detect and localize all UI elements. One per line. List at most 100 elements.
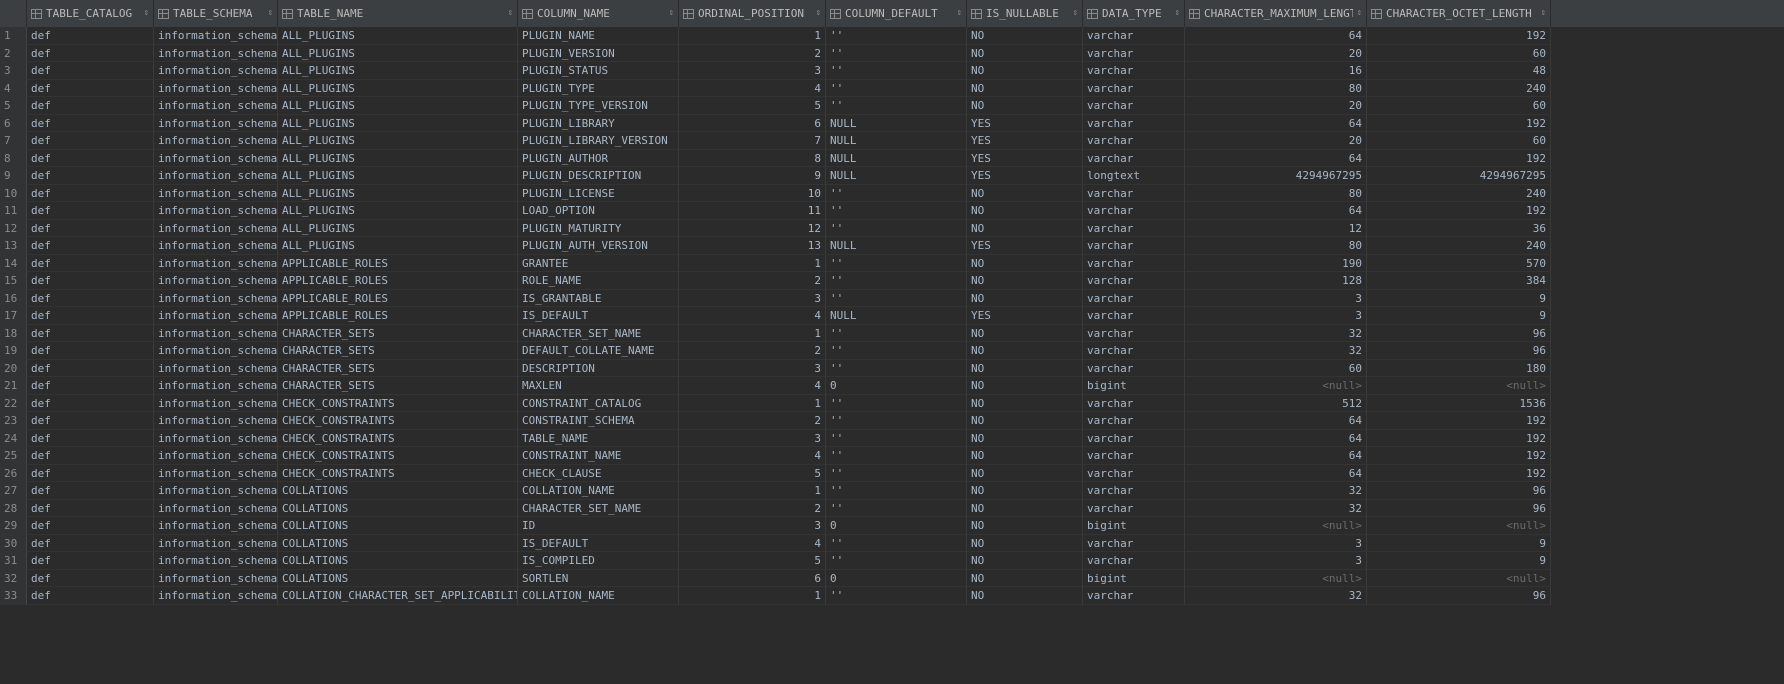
cell-table-name[interactable]: ALL_PLUGINS — [278, 97, 518, 115]
cell-table-name[interactable]: CHARACTER_SETS — [278, 324, 518, 342]
table-row[interactable]: 14 def information_schema APPLICABLE_ROLES G… — [0, 254, 1784, 272]
cell-table-catalog[interactable]: def — [27, 587, 154, 605]
cell-character-octet-length[interactable]: 60 — [1367, 44, 1551, 62]
column-header-table-catalog[interactable]: TABLE_CATALOG ⇕ — [27, 0, 154, 27]
cell-column-name[interactable]: IS_GRANTABLE — [518, 289, 679, 307]
cell-character-maximum-length[interactable]: 4294967295 — [1185, 167, 1367, 185]
table-row[interactable]: 32 def information_schema COLLATIONS SORTLEN… — [0, 569, 1784, 587]
cell-table-catalog[interactable]: def — [27, 167, 154, 185]
cell-ordinal-position[interactable]: 4 — [679, 377, 826, 395]
cell-column-default[interactable]: '' — [826, 324, 967, 342]
row-number[interactable]: 7 — [0, 132, 27, 150]
cell-character-maximum-length[interactable]: 3 — [1185, 534, 1367, 552]
cell-column-default[interactable]: '' — [826, 219, 967, 237]
cell-is-nullable[interactable]: YES — [967, 149, 1083, 167]
row-number[interactable]: 6 — [0, 114, 27, 132]
cell-data-type[interactable]: varchar — [1083, 447, 1185, 465]
cell-is-nullable[interactable]: NO — [967, 359, 1083, 377]
cell-data-type[interactable]: varchar — [1083, 394, 1185, 412]
column-header-is-nullable[interactable]: IS_NULLABLE ⇕ — [967, 0, 1083, 27]
cell-data-type[interactable]: bigint — [1083, 569, 1185, 587]
cell-column-default[interactable]: '' — [826, 272, 967, 290]
table-row[interactable]: 10 def information_schema ALL_PLUGINS PLUGIN… — [0, 184, 1784, 202]
sort-icon[interactable]: ⇕ — [1541, 0, 1546, 27]
cell-is-nullable[interactable]: NO — [967, 219, 1083, 237]
cell-column-default[interactable]: 0 — [826, 569, 967, 587]
cell-column-default[interactable]: NULL — [826, 149, 967, 167]
cell-is-nullable[interactable]: NO — [967, 289, 1083, 307]
cell-is-nullable[interactable]: NO — [967, 324, 1083, 342]
cell-table-name[interactable]: APPLICABLE_ROLES — [278, 289, 518, 307]
sort-icon[interactable]: ⇕ — [1357, 0, 1362, 27]
cell-character-octet-length[interactable]: 192 — [1367, 464, 1551, 482]
cell-data-type[interactable]: varchar — [1083, 499, 1185, 517]
cell-column-default[interactable]: '' — [826, 552, 967, 570]
cell-data-type[interactable]: varchar — [1083, 202, 1185, 220]
cell-table-catalog[interactable]: def — [27, 132, 154, 150]
cell-table-name[interactable]: CHECK_CONSTRAINTS — [278, 447, 518, 465]
cell-data-type[interactable]: varchar — [1083, 79, 1185, 97]
cell-ordinal-position[interactable]: 1 — [679, 27, 826, 45]
cell-character-octet-length[interactable]: 96 — [1367, 342, 1551, 360]
cell-ordinal-position[interactable]: 7 — [679, 132, 826, 150]
sort-icon[interactable]: ⇕ — [816, 0, 821, 27]
table-row[interactable]: 26 def information_schema CHECK_CONSTRAINTS… — [0, 464, 1784, 482]
row-number[interactable]: 29 — [0, 517, 27, 535]
cell-table-schema[interactable]: information_schema — [154, 114, 278, 132]
row-number[interactable]: 8 — [0, 149, 27, 167]
cell-column-name[interactable]: MAXLEN — [518, 377, 679, 395]
cell-character-octet-length[interactable]: 384 — [1367, 272, 1551, 290]
cell-character-maximum-length[interactable]: 128 — [1185, 272, 1367, 290]
cell-character-maximum-length[interactable]: 64 — [1185, 429, 1367, 447]
row-number[interactable]: 32 — [0, 569, 27, 587]
cell-column-name[interactable]: CHARACTER_SET_NAME — [518, 324, 679, 342]
cell-is-nullable[interactable]: NO — [967, 184, 1083, 202]
cell-data-type[interactable]: varchar — [1083, 114, 1185, 132]
table-row[interactable]: 15 def information_schema APPLICABLE_ROLES R… — [0, 272, 1784, 290]
cell-is-nullable[interactable]: NO — [967, 272, 1083, 290]
cell-table-name[interactable]: ALL_PLUGINS — [278, 167, 518, 185]
table-row[interactable]: 28 def information_schema COLLATIONS CHARACT… — [0, 499, 1784, 517]
cell-table-catalog[interactable]: def — [27, 359, 154, 377]
row-number[interactable]: 5 — [0, 97, 27, 115]
cell-is-nullable[interactable]: NO — [967, 464, 1083, 482]
row-number[interactable]: 17 — [0, 307, 27, 325]
cell-column-default[interactable]: '' — [826, 587, 967, 605]
cell-table-catalog[interactable]: def — [27, 272, 154, 290]
cell-table-name[interactable]: ALL_PLUGINS — [278, 237, 518, 255]
cell-column-default[interactable]: '' — [826, 62, 967, 80]
cell-column-name[interactable]: PLUGIN_LIBRARY_VERSION — [518, 132, 679, 150]
sort-icon[interactable]: ⇕ — [1175, 0, 1180, 27]
cell-ordinal-position[interactable]: 4 — [679, 307, 826, 325]
cell-character-octet-length[interactable]: 36 — [1367, 219, 1551, 237]
row-number[interactable]: 14 — [0, 254, 27, 272]
cell-character-octet-length[interactable]: 48 — [1367, 62, 1551, 80]
cell-ordinal-position[interactable]: 3 — [679, 289, 826, 307]
cell-column-name[interactable]: TABLE_NAME — [518, 429, 679, 447]
cell-ordinal-position[interactable]: 5 — [679, 464, 826, 482]
cell-character-maximum-length[interactable]: 80 — [1185, 184, 1367, 202]
row-number[interactable]: 1 — [0, 27, 27, 45]
cell-table-catalog[interactable]: def — [27, 324, 154, 342]
cell-column-name[interactable]: CONSTRAINT_CATALOG — [518, 394, 679, 412]
cell-table-name[interactable]: COLLATIONS — [278, 552, 518, 570]
column-header-column-name[interactable]: COLUMN_NAME ⇕ — [518, 0, 679, 27]
cell-column-default[interactable]: '' — [826, 394, 967, 412]
cell-is-nullable[interactable]: NO — [967, 377, 1083, 395]
cell-character-maximum-length[interactable]: 64 — [1185, 447, 1367, 465]
sort-icon[interactable]: ⇕ — [669, 0, 674, 27]
cell-column-name[interactable]: CHECK_CLAUSE — [518, 464, 679, 482]
cell-character-maximum-length[interactable]: 32 — [1185, 482, 1367, 500]
cell-column-name[interactable]: CHARACTER_SET_NAME — [518, 499, 679, 517]
cell-is-nullable[interactable]: NO — [967, 412, 1083, 430]
cell-column-default[interactable]: NULL — [826, 114, 967, 132]
cell-character-maximum-length[interactable]: 32 — [1185, 587, 1367, 605]
cell-is-nullable[interactable]: NO — [967, 342, 1083, 360]
cell-character-maximum-length[interactable]: 3 — [1185, 307, 1367, 325]
cell-table-catalog[interactable]: def — [27, 219, 154, 237]
cell-column-name[interactable]: ID — [518, 517, 679, 535]
cell-character-maximum-length[interactable]: <null> — [1185, 517, 1367, 535]
column-header-data-type[interactable]: DATA_TYPE ⇕ — [1083, 0, 1185, 27]
cell-character-octet-length[interactable]: 192 — [1367, 149, 1551, 167]
cell-character-maximum-length[interactable]: 64 — [1185, 202, 1367, 220]
